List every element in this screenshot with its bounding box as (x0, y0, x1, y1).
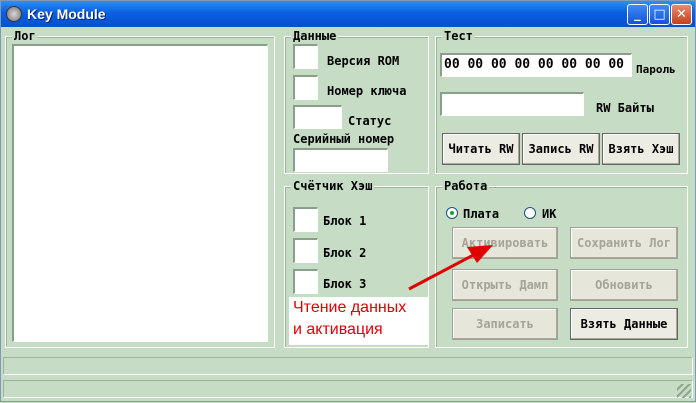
radio-ik-label[interactable]: ИК (542, 207, 556, 221)
hash-counter-label: Счётчик Хэш (291, 179, 375, 193)
block1-label: Блок 1 (323, 214, 367, 228)
radio-ik[interactable] (524, 207, 536, 219)
write-rw-button[interactable]: Запись RW (522, 133, 600, 165)
block3-field[interactable] (293, 269, 318, 294)
work-group-label: Работа (442, 179, 490, 193)
activate-button[interactable]: Активировать (452, 227, 558, 259)
minimize-button[interactable]: _ (627, 4, 648, 25)
resize-grip-icon[interactable] (677, 384, 691, 398)
work-group: Работа Плата ИК Активировать Сохранить Л… (435, 179, 688, 348)
password-field[interactable]: 00 00 00 00 00 00 00 00 (440, 53, 632, 77)
rom-version-label: Версия ROM (327, 54, 400, 68)
annotation-note: Чтение данных и активация (289, 297, 429, 345)
annotation-line1: Чтение данных (293, 299, 407, 316)
take-data-button[interactable]: Взять Данные (570, 308, 678, 340)
block3-label: Блок 3 (323, 277, 367, 291)
status-bar-bottom (3, 380, 693, 398)
serial-number-label: Серийный номер (293, 132, 395, 146)
window-title: Key Module (27, 6, 106, 22)
block1-field[interactable] (293, 207, 318, 232)
block2-label: Блок 2 (323, 246, 367, 260)
status-field[interactable] (293, 105, 342, 129)
data-group: Данные Версия ROM Номер ключа Статус Сер… (284, 29, 429, 174)
update-button[interactable]: Обновить (570, 269, 678, 301)
status-bar-top (3, 357, 693, 375)
app-icon[interactable] (6, 6, 22, 22)
password-label: Пароль (636, 63, 676, 76)
open-dump-button[interactable]: Открыть Дамп (452, 269, 558, 301)
key-number-label: Номер ключа (327, 84, 407, 98)
radio-board[interactable] (446, 207, 458, 219)
save-log-button[interactable]: Сохранить Лог (570, 227, 678, 259)
title-bar[interactable]: Key Module _ □ ✕ (1, 1, 695, 27)
write-button[interactable]: Записать (452, 308, 558, 340)
key-module-window: Key Module _ □ ✕ Лог Данные Версия ROM Н… (0, 0, 696, 402)
rw-bytes-label: RW Байты (596, 101, 654, 115)
block2-field[interactable] (293, 238, 318, 263)
test-group: Тест 00 00 00 00 00 00 00 00 Пароль RW Б… (435, 29, 688, 174)
radio-board-label[interactable]: Плата (463, 207, 499, 221)
rw-bytes-field[interactable] (440, 92, 584, 116)
maximize-button[interactable]: □ (649, 4, 670, 25)
rom-version-field[interactable] (293, 44, 318, 69)
test-group-label: Тест (442, 29, 475, 43)
serial-number-field[interactable] (293, 148, 388, 172)
key-number-field[interactable] (293, 75, 318, 100)
log-group: Лог (5, 29, 275, 348)
close-button[interactable]: ✕ (671, 4, 692, 25)
log-textarea[interactable] (12, 44, 268, 342)
read-rw-button[interactable]: Читать RW (442, 133, 520, 165)
annotation-line2: и активация (293, 321, 383, 338)
take-hash-button[interactable]: Взять Хэш (602, 133, 680, 165)
log-group-label: Лог (12, 29, 38, 43)
status-label: Статус (348, 114, 392, 128)
data-group-label: Данные (291, 29, 339, 43)
